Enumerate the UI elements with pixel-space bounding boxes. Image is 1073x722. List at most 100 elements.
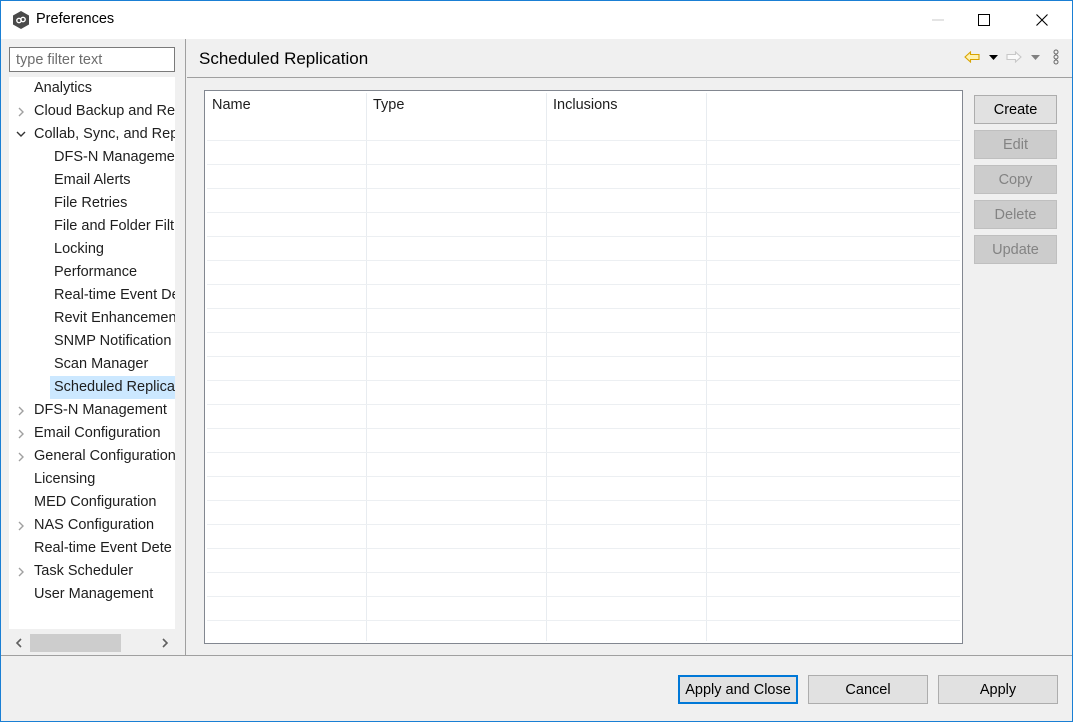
row-gridline xyxy=(207,452,960,453)
tree-item[interactable]: Analytics xyxy=(9,77,175,100)
row-gridline xyxy=(207,236,960,237)
filter-input[interactable] xyxy=(9,47,175,72)
row-gridline xyxy=(207,404,960,405)
panel-header: Scheduled Replication xyxy=(187,39,1072,78)
cancel-button[interactable]: Cancel xyxy=(808,675,928,704)
tree-item[interactable]: Real-time Event De xyxy=(9,284,175,307)
delete-button[interactable]: Delete xyxy=(974,200,1057,229)
tree-item[interactable]: Locking xyxy=(9,238,175,261)
maximize-button[interactable] xyxy=(961,1,1007,39)
chevron-right-icon[interactable] xyxy=(13,422,29,445)
column-header-filler xyxy=(706,91,961,117)
tree-item-label: DFS-N Manageme xyxy=(54,149,175,165)
column-separator[interactable] xyxy=(366,93,367,641)
tree-item[interactable]: File and Folder Filt xyxy=(9,215,175,238)
chevron-right-icon[interactable] xyxy=(13,100,29,123)
tree-item-label: Scheduled Replica xyxy=(50,376,175,399)
tree-item[interactable]: Collab, Sync, and Rep xyxy=(9,123,175,146)
tree-item[interactable]: Licensing xyxy=(9,468,175,491)
update-button[interactable]: Update xyxy=(974,235,1057,264)
scroll-left-button[interactable] xyxy=(9,633,29,653)
view-menu-button[interactable] xyxy=(1050,47,1062,67)
tree-item[interactable]: File Retries xyxy=(9,192,175,215)
dropdown-arrow-icon xyxy=(988,54,998,60)
tree-item[interactable]: Performance xyxy=(9,261,175,284)
back-history-dropdown[interactable] xyxy=(986,47,1000,67)
row-gridline xyxy=(207,620,960,621)
chevron-right-icon[interactable] xyxy=(13,445,29,468)
back-arrow-icon xyxy=(964,51,980,63)
column-separator[interactable] xyxy=(706,93,707,641)
window-title: Preferences xyxy=(36,11,115,27)
forward-button[interactable] xyxy=(1005,47,1023,67)
tree-item[interactable]: Scheduled Replica xyxy=(9,376,175,399)
tree-item-label: Revit Enhancemen xyxy=(54,310,175,326)
tree-item[interactable]: Email Configuration xyxy=(9,422,175,445)
tree-item[interactable]: Cloud Backup and Re xyxy=(9,100,175,123)
column-header-inclusions[interactable]: Inclusions xyxy=(546,91,706,117)
tree-item-label: MED Configuration xyxy=(34,494,157,510)
tree-item[interactable]: User Management xyxy=(9,583,175,606)
chevron-right-icon[interactable] xyxy=(13,514,29,537)
row-gridline xyxy=(207,164,960,165)
tree-item-label: Email Configuration xyxy=(34,425,161,441)
row-gridline xyxy=(207,140,960,141)
chevron-right-icon[interactable] xyxy=(13,560,29,583)
chevron-down-icon[interactable] xyxy=(13,123,29,146)
chevron-right-icon[interactable] xyxy=(13,399,29,422)
tree-item-label: Cloud Backup and Re xyxy=(34,103,175,119)
tree-item-label: Scan Manager xyxy=(54,356,149,372)
dropdown-arrow-icon xyxy=(1030,54,1040,60)
sash-divider[interactable] xyxy=(185,39,186,656)
scroll-thumb[interactable] xyxy=(30,634,121,652)
footer-divider xyxy=(1,655,1072,656)
tree-horizontal-scrollbar[interactable] xyxy=(9,633,175,653)
tree-item-label: Email Alerts xyxy=(54,172,131,188)
tree-item-label: Licensing xyxy=(34,471,96,487)
tree-item[interactable]: Email Alerts xyxy=(9,169,175,192)
column-header-type[interactable]: Type xyxy=(366,91,546,117)
row-gridline xyxy=(207,284,960,285)
edit-button[interactable]: Edit xyxy=(974,130,1057,159)
row-gridline xyxy=(207,428,960,429)
row-gridline xyxy=(207,572,960,573)
tree-item[interactable]: SNMP Notification xyxy=(9,330,175,353)
title-bar: Preferences xyxy=(1,1,1072,39)
chevron-right-icon xyxy=(162,638,169,648)
tree-item[interactable]: MED Configuration xyxy=(9,491,175,514)
row-gridline xyxy=(207,596,960,597)
forward-history-dropdown[interactable] xyxy=(1028,47,1042,67)
tree-item[interactable]: DFS-N Management xyxy=(9,399,175,422)
row-gridline xyxy=(207,524,960,525)
tree-item[interactable]: Real-time Event Dete xyxy=(9,537,175,560)
apply-button[interactable]: Apply xyxy=(938,675,1058,704)
scroll-right-button[interactable] xyxy=(155,633,175,653)
row-gridline xyxy=(207,548,960,549)
apply-and-close-button[interactable]: Apply and Close xyxy=(678,675,798,704)
row-gridline xyxy=(207,188,960,189)
tree-item[interactable]: General Configuration xyxy=(9,445,175,468)
column-separator[interactable] xyxy=(546,93,547,641)
row-gridline xyxy=(207,380,960,381)
back-button[interactable] xyxy=(963,47,981,67)
tree-item-label: Task Scheduler xyxy=(34,563,134,579)
tree-item[interactable]: Revit Enhancemen xyxy=(9,307,175,330)
tree-item-label: Locking xyxy=(54,241,104,257)
copy-button[interactable]: Copy xyxy=(974,165,1057,194)
app-logo-icon xyxy=(13,11,29,29)
tree-item[interactable]: Scan Manager xyxy=(9,353,175,376)
create-button[interactable]: Create xyxy=(974,95,1057,124)
preferences-window: Preferences Analytics Cloud Backup and Re… xyxy=(0,0,1073,722)
close-button[interactable] xyxy=(1019,1,1065,39)
tree-item[interactable]: NAS Configuration xyxy=(9,514,175,537)
tree-item[interactable]: DFS-N Manageme xyxy=(9,146,175,169)
tree-item-label: NAS Configuration xyxy=(34,517,155,533)
minimize-icon xyxy=(932,19,944,21)
column-header-name[interactable]: Name xyxy=(205,91,366,117)
tree-item[interactable]: Task Scheduler xyxy=(9,560,175,583)
row-gridline xyxy=(207,476,960,477)
tree-item-label: DFS-N Management xyxy=(34,402,167,418)
minimize-button[interactable] xyxy=(915,1,961,39)
schedules-table[interactable]: Name Type Inclusions xyxy=(204,90,963,644)
tree-item-label: SNMP Notification xyxy=(54,333,172,349)
